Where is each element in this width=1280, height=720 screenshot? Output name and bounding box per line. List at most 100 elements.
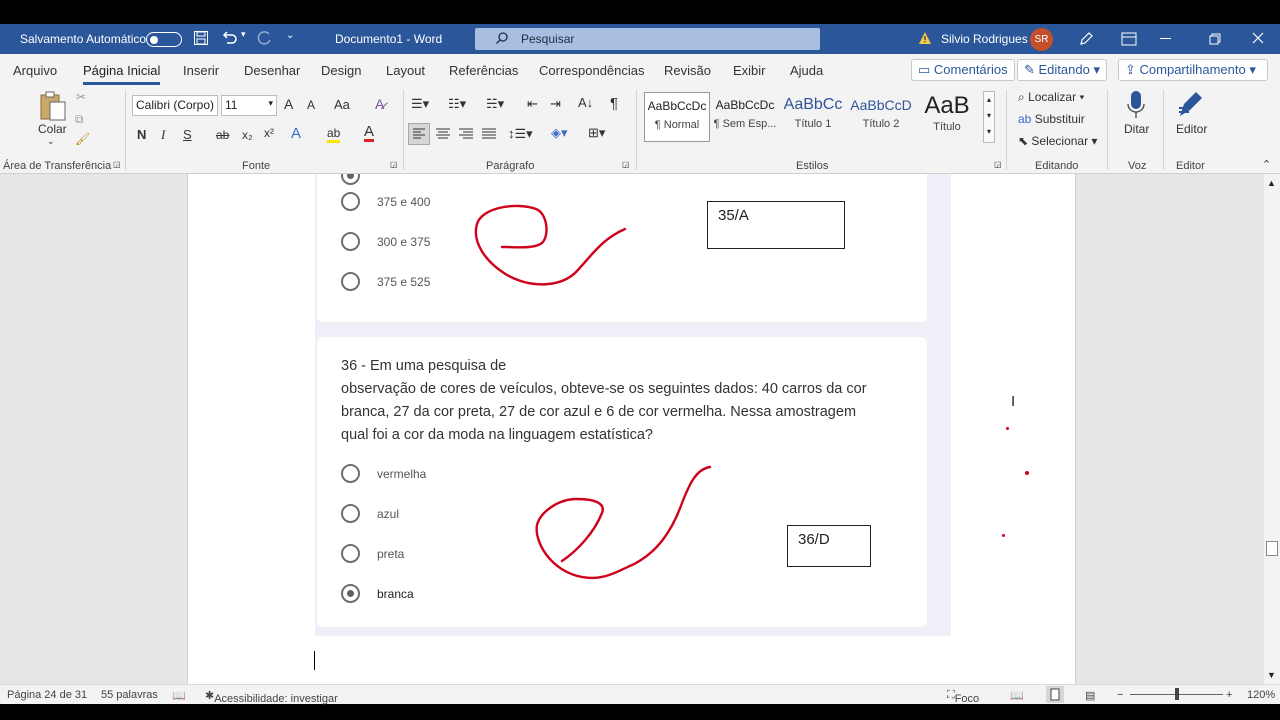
- italic-button[interactable]: I: [161, 127, 165, 143]
- copy-icon[interactable]: ⧉: [75, 112, 84, 127]
- change-case-icon[interactable]: Aa: [334, 97, 350, 112]
- styles-scroll[interactable]: ▴ ▾ ▾: [983, 91, 995, 143]
- style-normal[interactable]: AaBbCcDc ¶ Normal: [644, 92, 710, 142]
- radio-button[interactable]: [341, 192, 360, 211]
- pasted-form-image[interactable]: 375 e 400 300 e 375 375 e 525 35/A 36 - …: [315, 174, 951, 636]
- pen-icon[interactable]: [1078, 31, 1094, 47]
- user-name[interactable]: Silvio Rodrigues: [941, 32, 1028, 46]
- warning-icon[interactable]: [918, 31, 932, 45]
- zoom-level[interactable]: 120%: [1247, 689, 1275, 701]
- strikethrough-button[interactable]: ab: [216, 128, 229, 142]
- undo-dropdown-icon[interactable]: ▾: [241, 29, 246, 40]
- redo-icon[interactable]: [256, 30, 274, 46]
- share-button[interactable]: ⇪ Compartilhamento ▾: [1118, 59, 1268, 81]
- paste-label[interactable]: Colar: [38, 122, 67, 136]
- autosave-toggle[interactable]: [146, 32, 182, 47]
- editing-mode-button[interactable]: ✎ Editando ▾: [1017, 59, 1107, 81]
- tab-referencias[interactable]: Referências: [449, 63, 518, 78]
- scroll-up-icon[interactable]: ▲: [1267, 178, 1276, 188]
- tab-design[interactable]: Design: [321, 63, 361, 78]
- font-launcher-icon[interactable]: ◲: [390, 160, 398, 169]
- format-painter-icon[interactable]: 🖌: [75, 132, 90, 146]
- style-title[interactable]: AaB Título: [914, 92, 980, 142]
- highlight-icon[interactable]: ab: [327, 126, 341, 143]
- align-right-icon[interactable]: [456, 124, 476, 144]
- decrease-indent-icon[interactable]: ⇤: [527, 96, 538, 112]
- clipboard-icon[interactable]: [38, 90, 68, 122]
- microphone-icon[interactable]: [1126, 90, 1146, 120]
- cut-icon[interactable]: ✂: [76, 90, 86, 104]
- shading-icon[interactable]: ◈▾: [551, 125, 568, 141]
- superscript-button[interactable]: x²: [264, 126, 274, 140]
- line-spacing-icon[interactable]: ↕☰▾: [508, 126, 533, 142]
- radio-button[interactable]: [341, 232, 360, 251]
- paste-dropdown-icon[interactable]: ⌄: [47, 136, 55, 147]
- show-marks-icon[interactable]: ¶: [610, 95, 618, 112]
- tab-ajuda[interactable]: Ajuda: [790, 63, 823, 78]
- tab-inserir[interactable]: Inserir: [183, 63, 219, 78]
- justify-icon[interactable]: [479, 124, 499, 144]
- tab-arquivo[interactable]: Arquivo: [13, 63, 57, 78]
- save-icon[interactable]: [193, 30, 209, 46]
- comments-button[interactable]: ▭ Comentários: [911, 59, 1015, 81]
- multilevel-list-icon[interactable]: ☵▾: [486, 96, 504, 112]
- zoom-out-icon[interactable]: −: [1117, 689, 1123, 701]
- scroll-down-icon[interactable]: ▼: [1267, 670, 1276, 680]
- font-name-combo[interactable]: Calibri (Corpo): [132, 95, 218, 116]
- font-color-icon[interactable]: A: [364, 124, 375, 142]
- tab-correspondencias[interactable]: Correspondências: [539, 63, 645, 78]
- close-icon[interactable]: [1252, 32, 1264, 44]
- increase-indent-icon[interactable]: ⇥: [550, 96, 561, 112]
- radio-button[interactable]: [341, 272, 360, 291]
- print-layout-icon[interactable]: [1046, 686, 1064, 703]
- shrink-font-icon[interactable]: A: [307, 98, 315, 112]
- bullets-icon[interactable]: ☰▾: [411, 96, 429, 112]
- document-canvas[interactable]: 375 e 400 300 e 375 375 e 525 35/A 36 - …: [0, 174, 1264, 684]
- editor-label[interactable]: Editor: [1176, 122, 1207, 136]
- collapse-ribbon-icon[interactable]: ⌃: [1262, 158, 1271, 171]
- radio-button[interactable]: [341, 504, 360, 523]
- radio-button-selected[interactable]: [341, 584, 360, 603]
- find-button[interactable]: ⌕ Localizar ▾: [1018, 90, 1084, 105]
- vertical-scrollbar[interactable]: ▲ ▼: [1264, 174, 1280, 684]
- restore-icon[interactable]: [1209, 33, 1221, 45]
- scroll-thumb[interactable]: [1266, 541, 1278, 556]
- focus-button[interactable]: ⛶ Foco: [947, 689, 979, 705]
- word-count[interactable]: 55 palavras: [101, 689, 158, 701]
- search-box[interactable]: Pesquisar: [475, 28, 820, 50]
- select-button[interactable]: ⬉ Selecionar ▾: [1018, 134, 1097, 148]
- proofing-icon[interactable]: 📖: [172, 689, 186, 702]
- ribbon-display-icon[interactable]: [1121, 32, 1137, 46]
- accessibility-status[interactable]: ✱ Acessibilidade: investigar: [205, 689, 338, 705]
- tab-layout[interactable]: Layout: [386, 63, 425, 78]
- underline-button[interactable]: S: [183, 127, 192, 142]
- style-heading-1[interactable]: AaBbCc Título 1: [780, 92, 846, 142]
- tab-revisao[interactable]: Revisão: [664, 63, 711, 78]
- style-no-spacing[interactable]: AaBbCcDc ¶ Sem Esp...: [712, 92, 778, 142]
- minimize-icon[interactable]: [1160, 38, 1171, 39]
- tab-desenhar[interactable]: Desenhar: [244, 63, 300, 78]
- styles-launcher-icon[interactable]: ◲: [994, 160, 1002, 169]
- subscript-button[interactable]: x₂: [242, 128, 253, 142]
- style-heading-2[interactable]: AaBbCcD Título 2: [848, 92, 914, 142]
- zoom-in-icon[interactable]: +: [1226, 689, 1232, 701]
- customize-qat-icon[interactable]: ⌄: [286, 30, 294, 41]
- numbering-icon[interactable]: ☷▾: [448, 96, 466, 112]
- page-count[interactable]: Página 24 de 31: [7, 689, 87, 701]
- radio-button[interactable]: [341, 174, 360, 185]
- borders-icon[interactable]: ⊞▾: [588, 125, 605, 141]
- font-size-combo[interactable]: 11 ▾: [221, 95, 277, 116]
- read-mode-icon[interactable]: 📖: [1010, 689, 1024, 702]
- tab-exibir[interactable]: Exibir: [733, 63, 766, 78]
- bold-button[interactable]: N: [137, 127, 146, 142]
- grow-font-icon[interactable]: A: [284, 96, 293, 112]
- clipboard-launcher-icon[interactable]: ◲: [113, 160, 121, 169]
- clear-formatting-icon[interactable]: A̷: [375, 96, 384, 112]
- avatar[interactable]: SR: [1030, 28, 1053, 51]
- radio-button[interactable]: [341, 544, 360, 563]
- paragraph-launcher-icon[interactable]: ◲: [622, 160, 630, 169]
- sort-icon[interactable]: A↓: [578, 95, 593, 110]
- dictate-label[interactable]: Ditar: [1124, 122, 1149, 136]
- radio-button[interactable]: [341, 464, 360, 483]
- zoom-slider-thumb[interactable]: [1175, 688, 1179, 700]
